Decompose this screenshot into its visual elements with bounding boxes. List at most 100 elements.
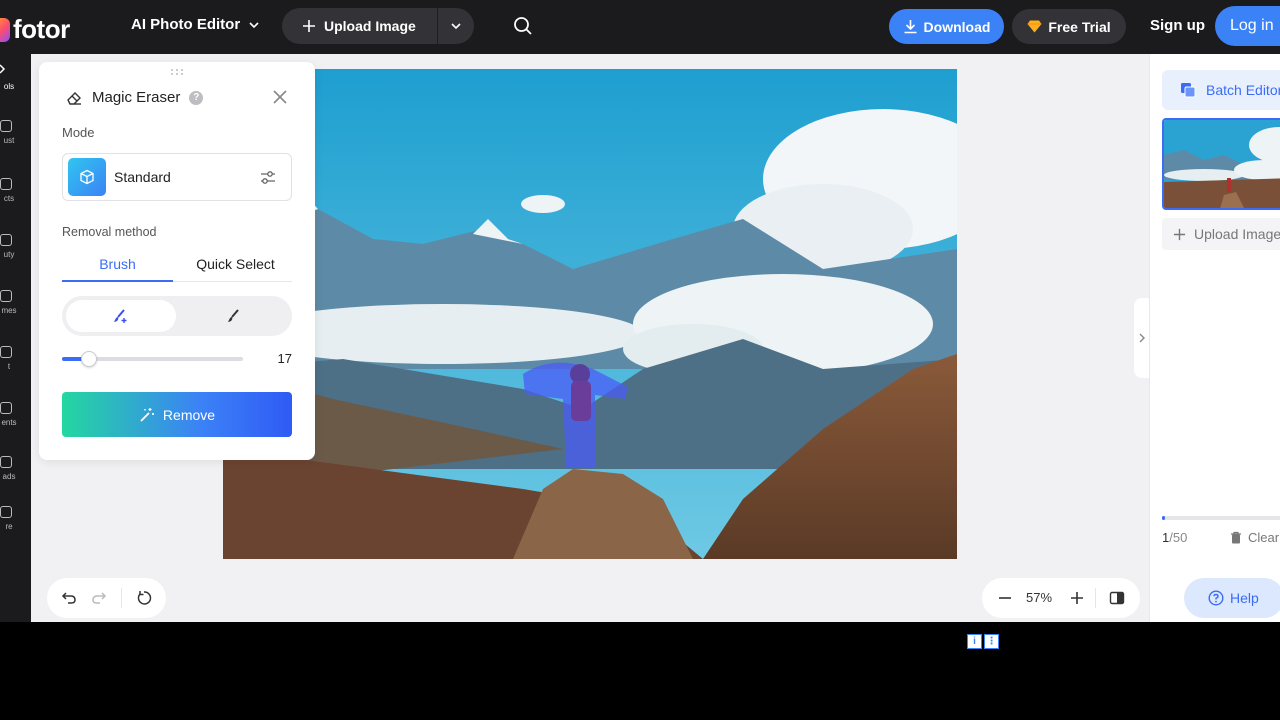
rail-item-label: t bbox=[7, 362, 11, 371]
plus-icon bbox=[1173, 228, 1186, 240]
more-icon bbox=[0, 506, 12, 518]
zoom-out-icon[interactable] bbox=[997, 590, 1013, 606]
rail-item-adjust[interactable]: ust bbox=[0, 120, 24, 145]
rail-item-label: uty bbox=[3, 250, 15, 259]
chevron-down-icon bbox=[249, 21, 259, 28]
clear-button[interactable]: Clear bbox=[1230, 530, 1279, 545]
logo-text: fotor bbox=[13, 14, 70, 44]
rail-item-label: ads bbox=[2, 472, 16, 481]
right-panel: Batch Editor Upload Image 1/50 Clear Hel… bbox=[1149, 54, 1280, 622]
log-in-button[interactable]: Log in bbox=[1215, 6, 1280, 46]
rail-item-frames[interactable]: mes bbox=[0, 290, 24, 315]
reset-icon[interactable] bbox=[136, 590, 152, 606]
erase-brush-button[interactable] bbox=[178, 300, 288, 332]
sliders-settings-icon[interactable] bbox=[259, 169, 277, 187]
text-icon bbox=[0, 346, 12, 358]
rail-item-elements[interactable]: ents bbox=[0, 402, 24, 427]
compare-icon[interactable] bbox=[1109, 590, 1125, 606]
rail-item-more[interactable]: re bbox=[0, 506, 24, 531]
brush-size-value: 17 bbox=[277, 351, 292, 366]
divider bbox=[1095, 588, 1096, 608]
brush-mode-toggle bbox=[62, 296, 292, 336]
close-icon[interactable] bbox=[272, 89, 288, 105]
tools-icon bbox=[0, 64, 6, 74]
batch-editor-button[interactable]: Batch Editor bbox=[1162, 70, 1280, 110]
ai-photo-editor-label: AI Photo Editor bbox=[131, 16, 241, 33]
help-icon[interactable]: ? bbox=[189, 90, 204, 105]
add-brush-button[interactable] bbox=[66, 300, 176, 332]
remove-button[interactable]: Remove bbox=[62, 392, 292, 437]
rail-item-beauty[interactable]: uty bbox=[0, 234, 24, 259]
redo-icon[interactable] bbox=[91, 590, 107, 606]
adjust-icon bbox=[0, 120, 12, 132]
panel-title: Magic Eraser ? bbox=[66, 89, 204, 106]
upload-image-button[interactable]: Upload Image bbox=[282, 8, 437, 44]
brush-plus-icon bbox=[114, 309, 127, 323]
elements-icon bbox=[0, 402, 12, 414]
brush-size-slider[interactable] bbox=[62, 351, 243, 367]
tab-brush[interactable]: Brush bbox=[62, 256, 173, 282]
mode-label: Mode bbox=[62, 125, 95, 140]
ad-controls: i ⋮ bbox=[967, 634, 999, 649]
zoom-level[interactable]: 57% bbox=[1026, 590, 1052, 605]
brush-icon bbox=[228, 309, 239, 322]
ad-info-icon[interactable]: i bbox=[967, 634, 982, 649]
tab-quick-select[interactable]: Quick Select bbox=[173, 256, 298, 272]
diamond-icon bbox=[1027, 20, 1042, 33]
rail-item-tools[interactable]: ols bbox=[0, 62, 24, 91]
rail-item-effects[interactable]: cts bbox=[0, 178, 24, 203]
search-icon[interactable] bbox=[512, 15, 534, 37]
log-in-label: Log in bbox=[1230, 17, 1274, 34]
upload-options-button[interactable] bbox=[438, 8, 474, 44]
rail-item-label: cts bbox=[3, 194, 15, 203]
rail-item-label: ents bbox=[1, 418, 17, 427]
collapse-panel-button[interactable] bbox=[1134, 298, 1150, 378]
panel-title-label: Magic Eraser bbox=[92, 89, 181, 106]
ai-photo-editor-menu[interactable]: AI Photo Editor bbox=[131, 16, 260, 33]
sign-up-link[interactable]: Sign up bbox=[1150, 17, 1205, 34]
cube-icon bbox=[68, 158, 106, 196]
remove-label: Remove bbox=[162, 406, 216, 423]
free-trial-button[interactable]: Free Trial bbox=[1012, 9, 1126, 44]
top-bar: fotor AI Photo Editor Upload Image Downl… bbox=[0, 0, 1280, 54]
upload-image-label: Upload Image bbox=[324, 18, 416, 34]
edited-photo[interactable] bbox=[223, 69, 957, 559]
free-trial-label: Free Trial bbox=[1048, 18, 1111, 35]
uploads-icon bbox=[0, 456, 12, 468]
question-circle-icon bbox=[1208, 590, 1224, 606]
trash-icon bbox=[1231, 531, 1241, 544]
logo-mark-icon bbox=[0, 17, 10, 42]
slider-handle[interactable] bbox=[81, 351, 98, 367]
eraser-icon bbox=[67, 92, 81, 105]
image-count-total: /50 bbox=[1169, 530, 1188, 545]
ad-menu-icon[interactable]: ⋮ bbox=[984, 634, 999, 649]
image-count-progress bbox=[1162, 516, 1280, 520]
image-count: 1/50 bbox=[1162, 530, 1187, 545]
beauty-icon bbox=[0, 234, 12, 246]
plus-icon bbox=[303, 20, 315, 32]
removal-method-tabs: Brush Quick Select bbox=[62, 248, 292, 282]
chevron-down-icon bbox=[451, 23, 461, 30]
fotor-logo[interactable]: fotor bbox=[0, 14, 70, 45]
rail-item-label: ust bbox=[3, 136, 15, 145]
history-controls bbox=[47, 578, 166, 618]
rail-item-uploads[interactable]: ads bbox=[0, 456, 24, 481]
drag-handle-icon[interactable] bbox=[170, 68, 184, 76]
left-tool-rail: ols ust cts uty mes t ents ads re bbox=[0, 54, 31, 622]
download-button[interactable]: Download bbox=[889, 9, 1004, 44]
help-button[interactable]: Help bbox=[1184, 578, 1280, 618]
mode-selector[interactable]: Standard bbox=[62, 153, 292, 201]
zoom-controls: 57% bbox=[982, 578, 1140, 618]
rail-item-text[interactable]: t bbox=[0, 346, 24, 371]
upload-image-button-secondary[interactable]: Upload Image bbox=[1162, 218, 1280, 250]
image-thumbnail[interactable] bbox=[1162, 118, 1280, 210]
zoom-in-icon[interactable] bbox=[1069, 590, 1085, 606]
rail-item-label: mes bbox=[1, 306, 17, 315]
undo-icon[interactable] bbox=[61, 590, 77, 606]
ad-area: i ⋮ bbox=[0, 622, 1280, 720]
download-icon bbox=[904, 20, 917, 34]
effects-icon bbox=[0, 178, 12, 190]
mode-value: Standard bbox=[114, 169, 171, 185]
upload-image-label: Upload Image bbox=[1194, 226, 1280, 242]
download-label: Download bbox=[923, 18, 991, 35]
